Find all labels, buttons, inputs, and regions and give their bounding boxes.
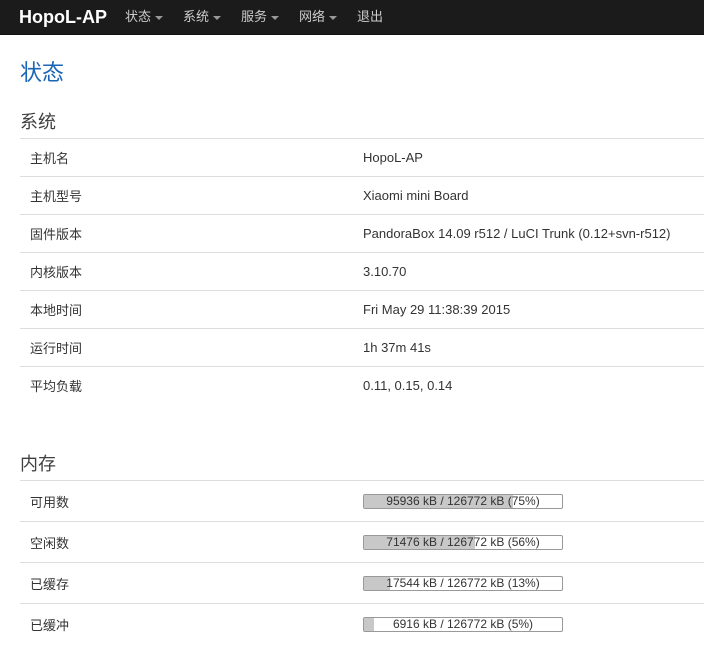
row-value: Fri May 29 11:38:39 2015 (363, 302, 511, 317)
row-label: 已缓冲 (30, 617, 70, 633)
table-row: 固件版本 PandoraBox 14.09 r512 / LuCI Trunk … (20, 214, 704, 252)
page-title: 状态 (20, 60, 65, 85)
table-row: 主机名 HopoL-AP (20, 138, 704, 176)
table-row: 运行时间 1h 37m 41s (20, 328, 704, 366)
progress-bar: 71476 kB / 126772 kB (56%) (363, 534, 563, 550)
top-navbar: HopoL-AP 状态 系统 服务 网络 退出 (0, 0, 704, 35)
nav-network[interactable]: 网络 (299, 0, 338, 34)
progress-text: 71476 kB / 126772 kB (56%) (386, 534, 540, 549)
row-label: 已缓存 (30, 576, 70, 592)
row-value: 3.10.70 (363, 264, 407, 279)
caret-down-icon (213, 15, 222, 20)
caret-down-icon (329, 15, 338, 20)
brand-logo[interactable]: HopoL-AP (19, 0, 107, 34)
progress-text: 95936 kB / 126772 kB (75%) (386, 493, 540, 508)
row-label: 可用数 (30, 494, 70, 510)
row-value: HopoL-AP (363, 150, 423, 165)
row-label: 运行时间 (30, 341, 83, 356)
row-value: PandoraBox 14.09 r512 / LuCI Trunk (0.12… (363, 226, 671, 241)
table-row: 主机型号 Xiaomi mini Board (20, 176, 704, 214)
row-label: 主机型号 (30, 189, 83, 204)
table-row: 可用数 95936 kB / 126772 kB (75%) (20, 480, 704, 521)
row-label: 固件版本 (30, 227, 83, 242)
table-row: 平均负载 0.11, 0.15, 0.14 (20, 366, 704, 404)
row-value: 1h 37m 41s (363, 340, 431, 355)
nav-services[interactable]: 服务 (241, 0, 280, 34)
progress-text: 17544 kB / 126772 kB (13%) (386, 575, 540, 590)
section-title-memory: 内存 (20, 454, 56, 474)
memory-table: 可用数 95936 kB / 126772 kB (75%) 空闲数 71476… (20, 480, 704, 644)
row-label: 空闲数 (30, 535, 70, 551)
nav-status-label: 状态 (124, 9, 151, 24)
progress-bar: 6916 kB / 126772 kB (5%) (363, 616, 563, 632)
progress-bar: 95936 kB / 126772 kB (75%) (363, 493, 563, 509)
table-row: 已缓存 17544 kB / 126772 kB (13%) (20, 562, 704, 603)
table-row: 本地时间 Fri May 29 11:38:39 2015 (20, 290, 704, 328)
table-row: 空闲数 71476 kB / 126772 kB (56%) (20, 521, 704, 562)
row-label: 平均负载 (30, 379, 83, 394)
nav-logout[interactable]: 退出 (357, 0, 383, 34)
row-label: 内核版本 (30, 265, 83, 280)
section-title-system: 系统 (20, 112, 56, 132)
caret-down-icon (271, 15, 280, 20)
progress-text: 6916 kB / 126772 kB (5%) (392, 616, 534, 631)
caret-down-icon (155, 15, 163, 20)
row-label: 本地时间 (30, 303, 83, 318)
nav-services-label: 服务 (241, 9, 268, 24)
nav-status[interactable]: 状态 (125, 0, 163, 34)
table-row: 已缓冲 6916 kB / 126772 kB (5%) (20, 603, 704, 644)
system-table: 主机名 HopoL-AP 主机型号 Xiaomi mini Board 固件版本… (20, 138, 704, 404)
row-value: 0.11, 0.15, 0.14 (363, 378, 453, 393)
nav-system-label: 系统 (183, 9, 210, 24)
nav-system[interactable]: 系统 (183, 0, 222, 34)
row-value: Xiaomi mini Board (363, 188, 469, 203)
table-row: 内核版本 3.10.70 (20, 252, 704, 290)
progress-bar: 17544 kB / 126772 kB (13%) (363, 575, 563, 591)
row-label: 主机名 (30, 151, 70, 166)
nav-network-label: 网络 (299, 9, 326, 24)
nav-logout-label: 退出 (357, 9, 384, 24)
